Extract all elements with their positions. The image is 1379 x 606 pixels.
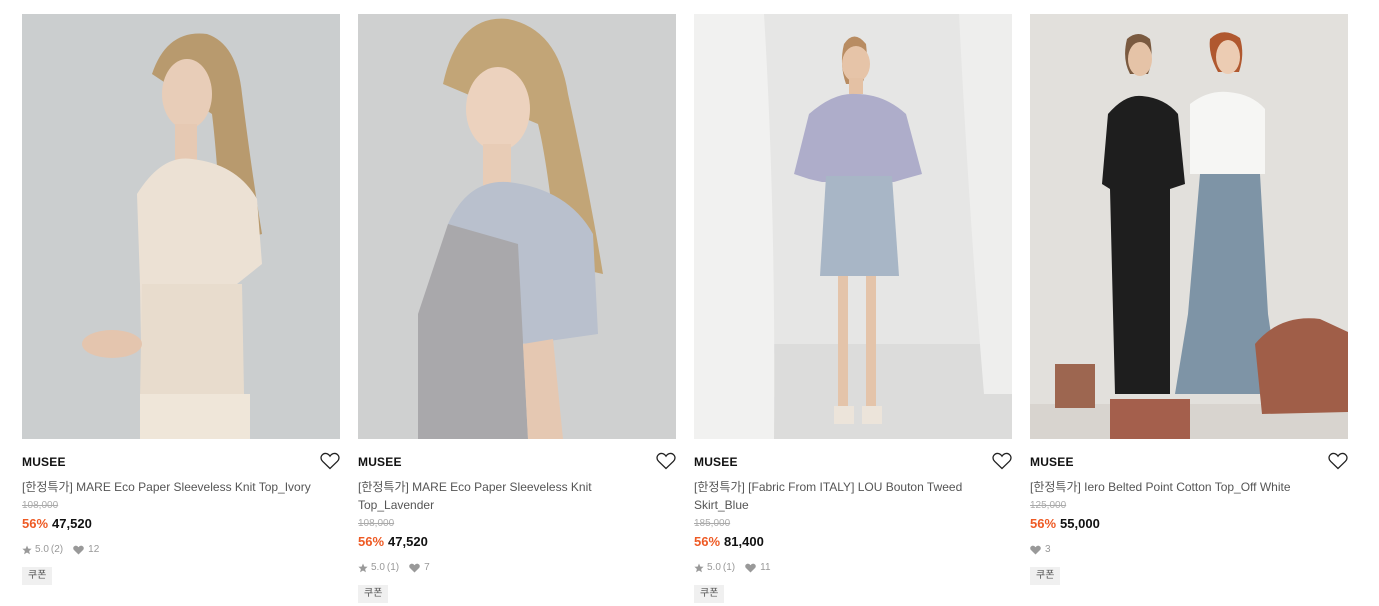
discount-rate: 56%: [358, 534, 385, 549]
wishlist-heart-icon[interactable]: [656, 452, 676, 470]
model-photo-illustration: [694, 14, 1012, 439]
product-name[interactable]: [한정특가] MARE Eco Paper Sleeveless Knit To…: [358, 478, 658, 514]
discount-rate: 56%: [22, 516, 49, 531]
price-row: 56% 47,520: [22, 515, 340, 533]
rating-value: 5.0: [371, 562, 385, 573]
product-card[interactable]: MUSEE [한정특가] Iero Belted Point Cotton To…: [1030, 14, 1348, 603]
brand-name[interactable]: MUSEE: [694, 455, 1012, 469]
product-card[interactable]: MUSEE [한정특가] MARE Eco Paper Sleeveless K…: [22, 14, 340, 603]
wishlist-heart-icon[interactable]: [320, 452, 340, 470]
star-icon: [694, 563, 704, 573]
brand-name[interactable]: MUSEE: [22, 455, 340, 469]
product-image[interactable]: [22, 14, 340, 439]
sale-price: 47,520: [388, 534, 428, 549]
rating-value: 5.0: [35, 544, 49, 555]
review-meta: 3: [1030, 543, 1348, 557]
original-price: 125,000: [1030, 500, 1067, 511]
product-name[interactable]: [한정특가] MARE Eco Paper Sleeveless Knit To…: [22, 478, 322, 496]
review-count: (2): [50, 544, 64, 555]
discount-rate: 56%: [1030, 516, 1057, 531]
like-count: 12: [88, 544, 100, 555]
like-count: 7: [424, 562, 430, 573]
heart-filled-icon: [1030, 545, 1041, 555]
product-image[interactable]: [1030, 14, 1348, 439]
review-count: (1): [386, 562, 400, 573]
original-price: 108,000: [22, 500, 59, 511]
product-name[interactable]: [한정특가] [Fabric From ITALY] LOU Bouton Tw…: [694, 478, 994, 514]
product-image[interactable]: [358, 14, 676, 439]
coupon-badge: 쿠폰: [358, 585, 389, 603]
product-card[interactable]: MUSEE [한정특가] [Fabric From ITALY] LOU Bou…: [694, 14, 1012, 603]
discount-rate: 56%: [694, 534, 721, 549]
review-meta: 5.0 (1) 7: [358, 561, 676, 575]
sale-price: 55,000: [1060, 516, 1100, 531]
review-meta: 5.0 (2) 12: [22, 543, 340, 557]
wishlist-heart-icon[interactable]: [1328, 452, 1348, 470]
original-price: 185,000: [694, 518, 731, 529]
like-count: 11: [760, 562, 771, 573]
price-row: 56% 81,400: [694, 533, 1012, 551]
model-photo-illustration: [1030, 14, 1348, 439]
coupon-badge: 쿠폰: [22, 567, 53, 585]
product-grid: MUSEE [한정특가] MARE Eco Paper Sleeveless K…: [22, 14, 1348, 603]
price-row: 56% 55,000: [1030, 515, 1348, 533]
like-count: 3: [1045, 544, 1051, 555]
brand-name[interactable]: MUSEE: [1030, 455, 1348, 469]
wishlist-heart-icon[interactable]: [992, 452, 1012, 470]
price-row: 56% 47,520: [358, 533, 676, 551]
sale-price: 47,520: [52, 516, 92, 531]
sale-price: 81,400: [724, 534, 764, 549]
product-name[interactable]: [한정특가] Iero Belted Point Cotton Top_Off …: [1030, 478, 1330, 496]
original-price: 108,000: [358, 518, 395, 529]
review-meta: 5.0 (1) 11: [694, 561, 1012, 575]
review-count: (1): [722, 562, 736, 573]
star-icon: [22, 545, 32, 555]
star-icon: [358, 563, 368, 573]
heart-filled-icon: [73, 545, 84, 555]
coupon-badge: 쿠폰: [1030, 567, 1061, 585]
brand-name[interactable]: MUSEE: [358, 455, 676, 469]
heart-filled-icon: [745, 563, 756, 573]
rating-value: 5.0: [707, 562, 721, 573]
model-photo-illustration: [22, 14, 340, 439]
coupon-badge: 쿠폰: [694, 585, 725, 603]
product-card[interactable]: MUSEE [한정특가] MARE Eco Paper Sleeveless K…: [358, 14, 676, 603]
heart-filled-icon: [409, 563, 420, 573]
model-photo-illustration: [358, 14, 676, 439]
product-image[interactable]: [694, 14, 1012, 439]
